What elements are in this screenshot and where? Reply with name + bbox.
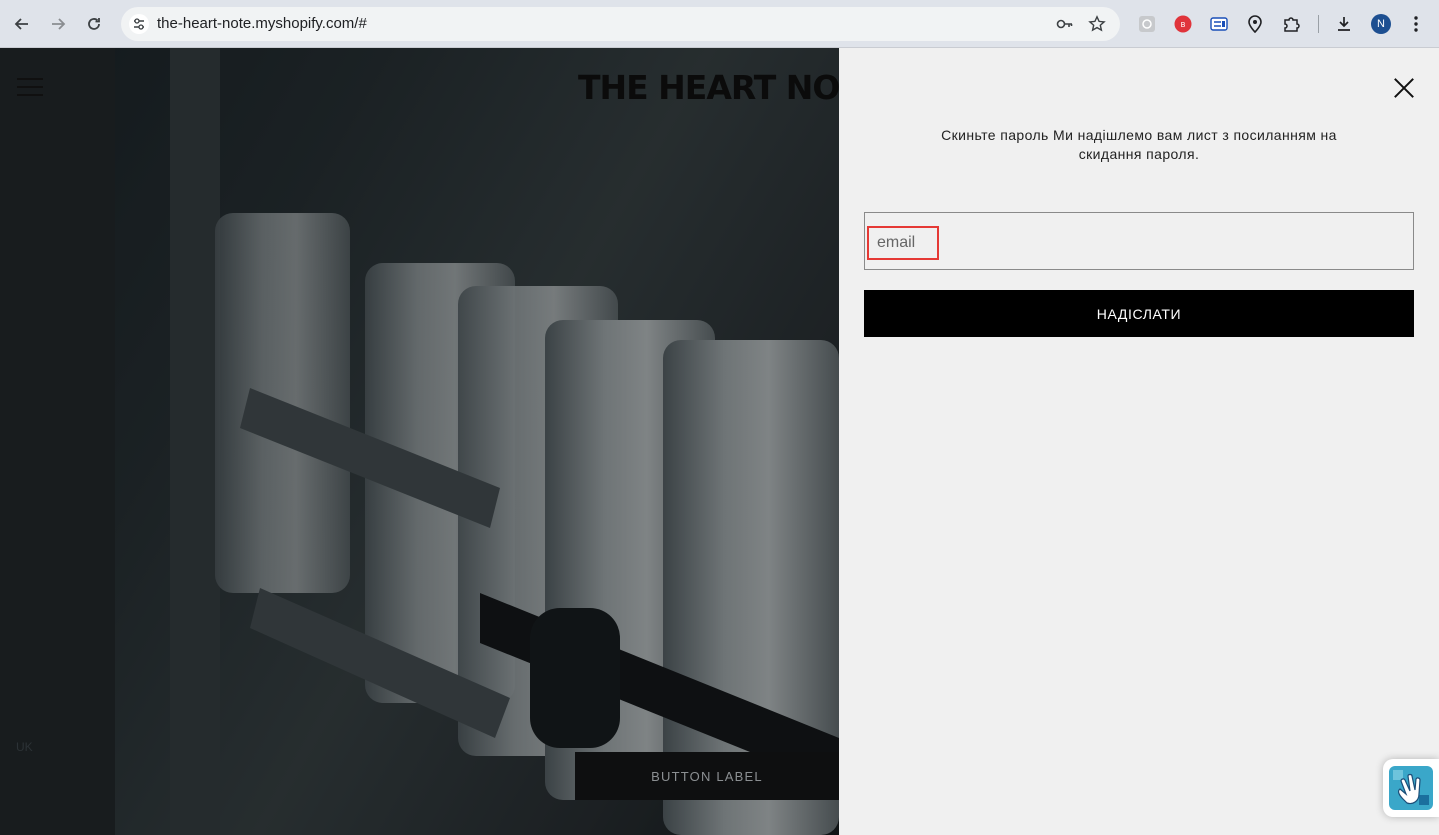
extension-blue-icon[interactable]: [1209, 14, 1229, 34]
hero-image: THE HEART NOT UK BUTTON LABEL: [0, 48, 839, 835]
back-icon[interactable]: [10, 12, 34, 36]
page: THE HEART NOT UK BUTTON LABEL Скиньте па…: [0, 48, 1439, 835]
hero-overlay: [0, 48, 839, 835]
reload-icon[interactable]: [82, 12, 106, 36]
extension-red-icon[interactable]: B: [1173, 14, 1193, 34]
location-pin-icon[interactable]: [1245, 14, 1265, 34]
menu-hamburger-icon[interactable]: [17, 78, 43, 96]
bookmark-star-icon[interactable]: [1088, 15, 1106, 33]
close-icon[interactable]: [1392, 76, 1416, 100]
svg-text:B: B: [1181, 21, 1186, 29]
store-logo[interactable]: THE HEART NOT: [578, 68, 839, 107]
hero-cta-button[interactable]: BUTTON LABEL: [575, 752, 839, 800]
profile-avatar[interactable]: N: [1371, 14, 1391, 34]
browser-toolbar: the-heart-note.myshopify.com/# B N: [0, 0, 1439, 48]
locale-selector[interactable]: UK: [16, 740, 33, 754]
site-settings-icon[interactable]: [129, 14, 149, 34]
forward-icon[interactable]: [46, 12, 70, 36]
chat-widget-button[interactable]: [1383, 759, 1439, 817]
reset-notice-text: Скиньте пароль Ми надішлемо вам лист з п…: [941, 127, 1337, 162]
download-icon[interactable]: [1334, 14, 1354, 34]
address-bar[interactable]: the-heart-note.myshopify.com/#: [121, 7, 1120, 41]
submit-button[interactable]: НАДІСЛАТИ: [864, 290, 1414, 337]
toolbar-divider: [1318, 15, 1319, 33]
key-icon[interactable]: [1056, 15, 1074, 33]
email-input[interactable]: [867, 226, 939, 260]
hand-wave-icon: [1389, 766, 1433, 810]
more-icon[interactable]: [1406, 14, 1426, 34]
password-reset-drawer: Скиньте пароль Ми надішлемо вам лист з п…: [839, 48, 1439, 835]
url-text[interactable]: the-heart-note.myshopify.com/#: [157, 15, 367, 32]
extension-icon[interactable]: [1137, 14, 1157, 34]
email-field[interactable]: [864, 212, 1414, 270]
puzzle-icon[interactable]: [1281, 14, 1301, 34]
